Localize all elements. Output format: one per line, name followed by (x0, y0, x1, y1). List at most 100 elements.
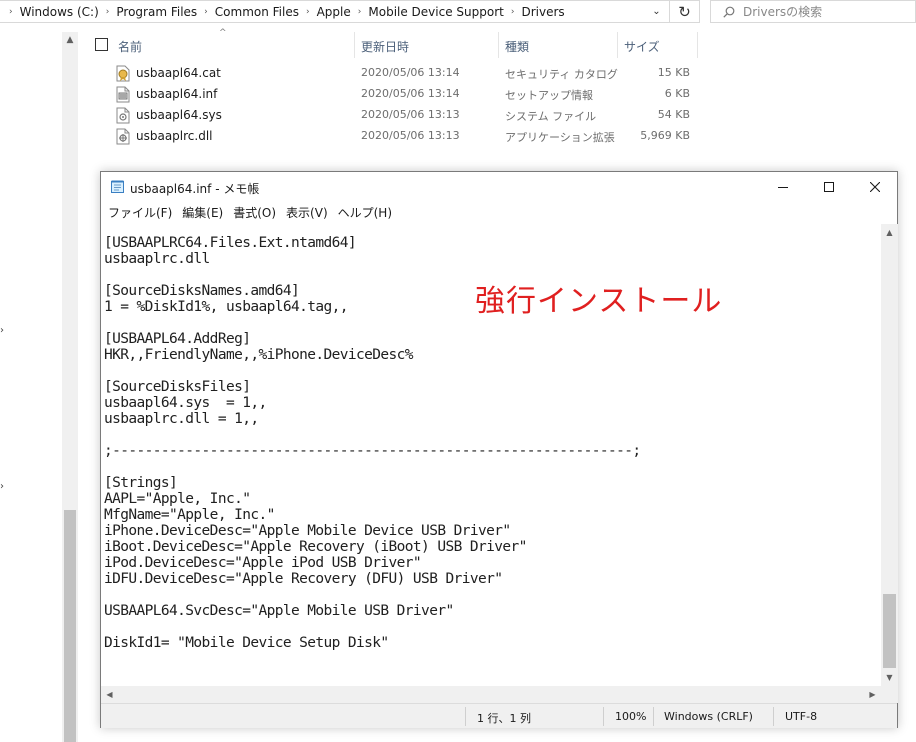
editor-line: iDFU.DeviceDesc="Apple Recovery (DFU) US… (104, 571, 503, 587)
status-divider (465, 707, 466, 726)
scroll-right-icon[interactable]: ▶ (864, 686, 881, 703)
editor-line: AAPL="Apple, Inc." (104, 491, 251, 507)
file-type: システム ファイル (505, 110, 597, 123)
search-icon (723, 6, 735, 18)
editor-line: iBoot.DeviceDesc="Apple Recovery (iBoot)… (104, 539, 527, 555)
column-header-name[interactable]: 名前 (118, 38, 142, 55)
column-divider[interactable] (617, 32, 618, 58)
notepad-icon (111, 180, 124, 193)
column-divider[interactable] (354, 32, 355, 58)
text-editor[interactable]: [USBAAPLRC64.Files.Ext.ntamd64] usbaaplrc… (101, 224, 881, 686)
sort-ascending-icon: ^ (219, 28, 227, 38)
file-row[interactable]: usbaapl64.inf 2020/05/06 13:14 セットアップ情報 … (92, 84, 712, 105)
menu-view[interactable]: 表示(V) (282, 204, 332, 221)
chevron-right-icon[interactable]: › (201, 7, 211, 17)
minimize-icon (778, 187, 788, 188)
address-bar[interactable]: › Windows (C:) › Program Files › Common … (0, 0, 700, 23)
search-box[interactable]: Driversの検索 (710, 0, 916, 23)
breadcrumb-mobile-device-support[interactable]: Mobile Device Support (364, 5, 507, 19)
editor-line: USBAAPL64.SvcDesc="Apple Mobile USB Driv… (104, 603, 454, 619)
file-type: セキュリティ カタログ (505, 68, 618, 81)
editor-line: [USBAAPL64.AddReg] (104, 331, 251, 347)
chevron-right-icon[interactable]: › (508, 7, 518, 17)
editor-line: HKR,,FriendlyName,,%iPhone.DeviceDesc% (104, 347, 414, 363)
close-button[interactable] (852, 172, 898, 202)
breadcrumb-windows-c[interactable]: Windows (C:) (16, 5, 103, 19)
file-type: セットアップ情報 (505, 89, 593, 102)
chevron-right-icon[interactable]: › (0, 481, 4, 492)
file-row[interactable]: usbaapl64.sys 2020/05/06 13:13 システム ファイル… (92, 105, 712, 126)
breadcrumb-program-files[interactable]: Program Files (112, 5, 201, 19)
breadcrumb-common-files[interactable]: Common Files (211, 5, 303, 19)
scroll-up-icon[interactable]: ▲ (62, 32, 78, 48)
file-size: 5,969 KB (640, 129, 690, 142)
status-bar: 1 行、1 列 100% Windows (CRLF) UTF-8 (101, 703, 897, 728)
inf-file-icon (116, 86, 130, 103)
editor-line: ;---------------------------------------… (104, 443, 641, 459)
annotation-text: 強行インストール (475, 284, 723, 319)
notepad-window: usbaapl64.inf - メモ帳 ファイル(F) 編集(E) 書式(O) … (100, 171, 898, 728)
column-header-size[interactable]: サイズ (624, 38, 660, 55)
chevron-right-icon[interactable]: › (303, 7, 313, 17)
scrollbar-corner (881, 686, 898, 703)
refresh-icon: ↻ (678, 2, 691, 21)
file-date: 2020/05/06 13:14 (361, 87, 460, 100)
scroll-left-icon[interactable]: ◀ (101, 686, 118, 703)
editor-line: [SourceDisksFiles] (104, 379, 251, 395)
editor-line: usbaapl64.sys = 1,, (104, 395, 267, 411)
file-date: 2020/05/06 13:14 (361, 66, 460, 79)
breadcrumb-apple[interactable]: Apple (313, 5, 355, 19)
column-divider[interactable] (498, 32, 499, 58)
file-row[interactable]: usbaaplrc.dll 2020/05/06 13:13 アプリケーション拡… (92, 126, 712, 147)
breadcrumb: › Windows (C:) › Program Files › Common … (0, 1, 643, 22)
navigation-scrollbar[interactable]: ▲ (62, 32, 78, 742)
select-all-checkbox[interactable] (95, 38, 108, 51)
file-size: 54 KB (657, 108, 690, 121)
chevron-right-icon[interactable]: › (355, 7, 365, 17)
refresh-button[interactable]: ↻ (669, 1, 699, 22)
column-header-type[interactable]: 種類 (505, 38, 529, 55)
menu-help[interactable]: ヘルプ(H) (334, 204, 396, 221)
maximize-button[interactable] (806, 172, 852, 202)
vertical-scrollbar[interactable]: ▲ ▼ (881, 224, 898, 686)
close-icon (870, 182, 880, 192)
chevron-right-icon[interactable]: › (103, 7, 113, 17)
file-size: 6 KB (664, 87, 690, 100)
menu-format[interactable]: 書式(O) (229, 204, 280, 221)
scroll-down-icon[interactable]: ▼ (881, 669, 898, 686)
editor-line: iPhone.DeviceDesc="Apple Mobile Device U… (104, 523, 511, 539)
chevron-right-icon[interactable]: › (6, 7, 16, 17)
file-row[interactable]: usbaapl64.cat 2020/05/06 13:14 セキュリティ カタ… (92, 63, 712, 84)
file-name: usbaaplrc.dll (136, 129, 213, 143)
editor-line: [Strings] (104, 475, 178, 491)
menu-edit[interactable]: 編集(E) (178, 204, 227, 221)
horizontal-scrollbar[interactable]: ◀ ▶ (101, 686, 881, 703)
sys-file-icon (116, 107, 130, 124)
minimize-button[interactable] (760, 172, 806, 202)
editor-line: iPod.DeviceDesc="Apple iPod USB Driver" (104, 555, 422, 571)
status-divider (773, 707, 774, 726)
menu-file[interactable]: ファイル(F) (104, 204, 176, 221)
file-size: 15 KB (657, 66, 690, 79)
chevron-right-icon[interactable]: › (0, 325, 4, 336)
scrollbar-thumb[interactable] (64, 510, 76, 742)
column-header-date[interactable]: 更新日時 (361, 38, 409, 55)
scroll-up-icon[interactable]: ▲ (881, 224, 898, 241)
editor-line: usbaaplrc.dll = 1,, (104, 411, 259, 427)
column-divider[interactable] (697, 32, 698, 58)
file-name: usbaapl64.cat (136, 66, 221, 80)
editor-line: [USBAAPLRC64.Files.Ext.ntamd64] (104, 235, 357, 251)
window-title: usbaapl64.inf - メモ帳 (130, 182, 260, 196)
scrollbar-thumb[interactable] (883, 594, 896, 668)
address-history-dropdown[interactable]: ⌄ (643, 1, 669, 22)
editor-line: MfgName="Apple, Inc." (104, 507, 275, 523)
status-divider (653, 707, 654, 726)
title-bar[interactable]: usbaapl64.inf - メモ帳 (101, 172, 897, 202)
breadcrumb-drivers[interactable]: Drivers (517, 5, 568, 19)
file-date: 2020/05/06 13:13 (361, 129, 460, 142)
